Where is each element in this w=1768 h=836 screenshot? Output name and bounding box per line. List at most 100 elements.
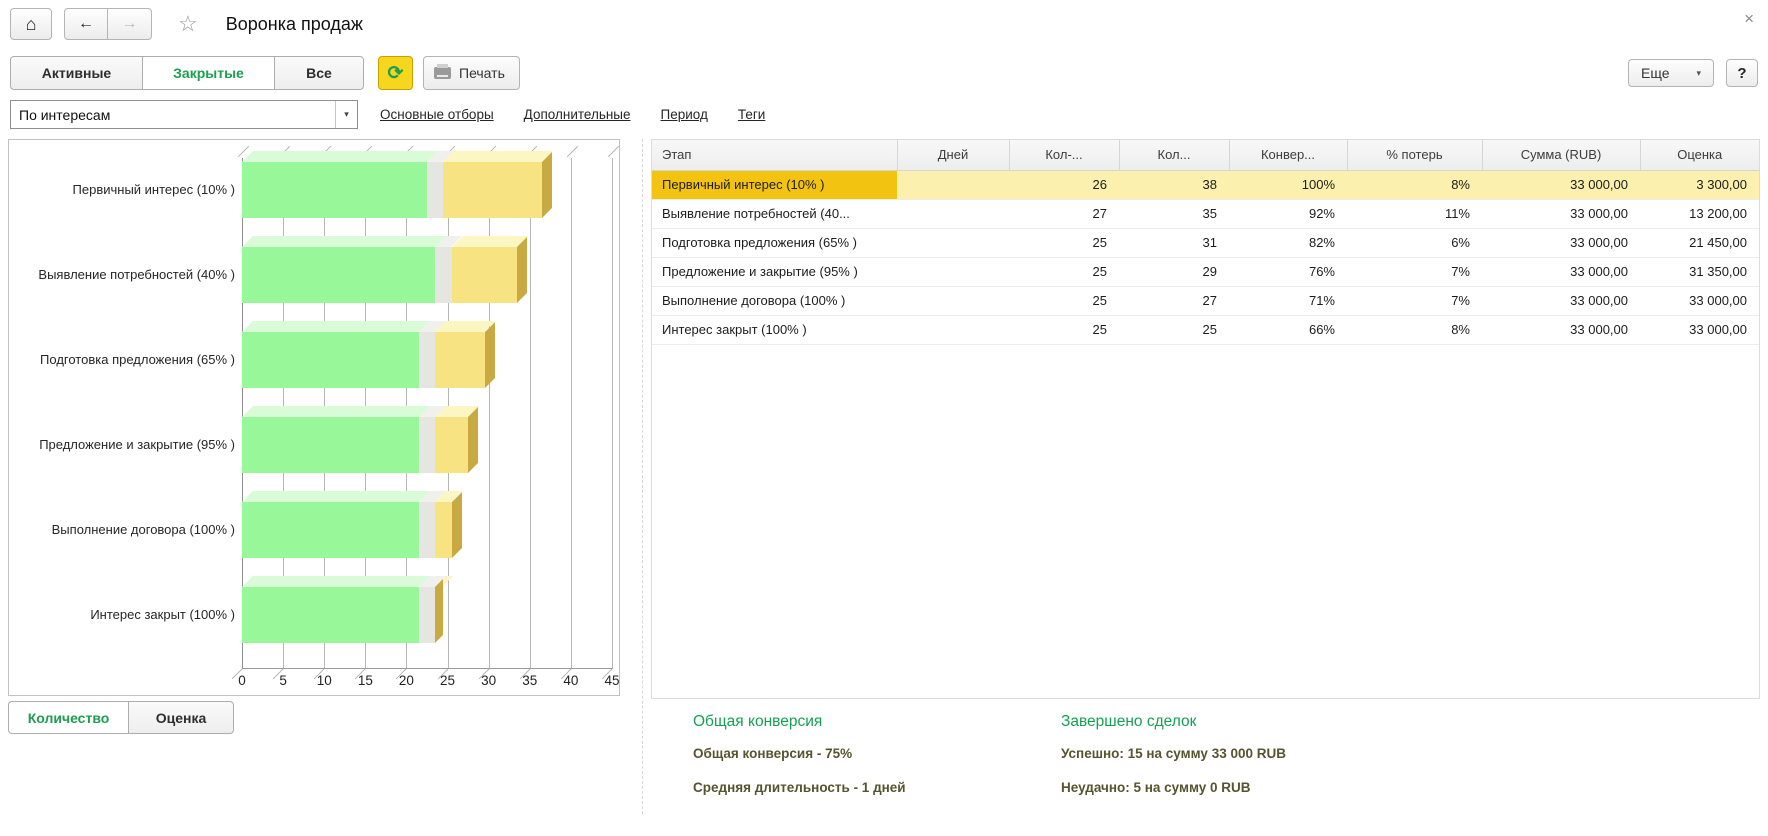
status-tabs: АктивныеЗакрытыеВсе: [10, 56, 364, 90]
column-header-3[interactable]: Кол...: [1119, 140, 1229, 170]
value-cell: 25: [1009, 286, 1119, 315]
chart-category-label: Предложение и закрытие (95% ): [39, 437, 235, 452]
chart-category-label: Выполнение договора (100% ): [52, 522, 235, 537]
summary-line: Средняя длительность - 1 дней: [693, 780, 1061, 795]
value-cell: 33 000,00: [1482, 199, 1640, 228]
bar-segment-grey: [435, 247, 451, 303]
grid-diag-top: [567, 146, 578, 157]
value-cell: [897, 170, 1009, 199]
bar-segment-grey: [419, 502, 435, 558]
bar-side-face-yellow: [435, 579, 443, 643]
filter-bar: По интересам ▾ Основные отборы Дополнител…: [0, 98, 1768, 139]
value-cell: [897, 228, 1009, 257]
bar-segment-green: [242, 587, 419, 643]
column-header-1[interactable]: Дней: [897, 140, 1009, 170]
table-row[interactable]: Выявление потребностей (40...273592%11%3…: [652, 199, 1759, 228]
chart-mode-toggle: КоличествоОценка: [8, 701, 632, 734]
tab-0[interactable]: Активные: [10, 56, 142, 90]
favorite-star-icon[interactable]: ☆: [178, 13, 198, 35]
bar-segment-yellow: [443, 162, 542, 218]
bar-segment-green: [242, 502, 419, 558]
main-content: Первичный интерес (10% )Выявление потреб…: [0, 139, 1768, 814]
column-header-4[interactable]: Конвер...: [1229, 140, 1347, 170]
x-tick-label: 15: [358, 673, 373, 688]
bar-side-face-yellow: [542, 152, 552, 218]
table-row[interactable]: Выполнение договора (100% )252771%7%33 0…: [652, 286, 1759, 315]
x-tick-label: 35: [522, 673, 537, 688]
value-cell: 11%: [1347, 199, 1482, 228]
help-button[interactable]: ?: [1726, 59, 1758, 87]
more-button-label: Еще: [1641, 65, 1670, 81]
value-cell: 25: [1009, 257, 1119, 286]
tab-2[interactable]: Все: [274, 56, 364, 90]
value-cell: 33 000,00: [1482, 170, 1640, 199]
table-row[interactable]: Подготовка предложения (65% )253182%6%33…: [652, 228, 1759, 257]
value-cell: 21 450,00: [1640, 228, 1759, 257]
value-cell: 38: [1119, 170, 1229, 199]
tab-1[interactable]: Закрытые: [142, 56, 274, 90]
summary-line: Успешно: 15 на сумму 33 000 RUB: [1061, 746, 1429, 761]
chart-category-labels: Первичный интерес (10% )Выявление потреб…: [13, 146, 238, 669]
value-cell: 31: [1119, 228, 1229, 257]
filter-link-2[interactable]: Период: [661, 107, 708, 122]
back-icon: ←: [78, 15, 94, 33]
value-cell: 6%: [1347, 228, 1482, 257]
home-icon: ⌂: [26, 14, 37, 35]
stage-cell: Первичный интерес (10% ): [652, 170, 897, 199]
chart-bar[interactable]: [242, 417, 612, 473]
filter-link-0[interactable]: Основные отборы: [380, 107, 494, 122]
chart-bar[interactable]: [242, 162, 612, 218]
print-button[interactable]: Печать: [423, 56, 520, 90]
funnel-chart: Первичный интерес (10% )Выявление потреб…: [8, 139, 620, 696]
x-tick-label: 0: [238, 673, 246, 688]
value-cell: 71%: [1229, 286, 1347, 315]
value-cell: 92%: [1229, 199, 1347, 228]
bar-segment-green: [242, 247, 435, 303]
bar-side-face-yellow: [517, 237, 527, 303]
table-row[interactable]: Предложение и закрытие (95% )252976%7%33…: [652, 257, 1759, 286]
table-row[interactable]: Первичный интерес (10% )2638100%8%33 000…: [652, 170, 1759, 199]
x-tick-label: 20: [399, 673, 414, 688]
group-by-value: По интересам: [11, 101, 335, 128]
x-axis-line: [242, 668, 612, 669]
column-header-2[interactable]: Кол-...: [1009, 140, 1119, 170]
summary-line: Общая конверсия - 75%: [693, 746, 1061, 761]
summary-section: Общая конверсияОбщая конверсия - 75%Сред…: [693, 713, 1768, 814]
value-cell: 31 350,00: [1640, 257, 1759, 286]
refresh-button[interactable]: ⟳: [378, 56, 413, 90]
forward-button[interactable]: →: [108, 8, 152, 40]
column-header-6[interactable]: Сумма (RUB): [1482, 140, 1640, 170]
chart-bar[interactable]: [242, 502, 612, 558]
chart-bar[interactable]: [242, 332, 612, 388]
bar-segment-yellow: [435, 502, 451, 558]
value-cell: 76%: [1229, 257, 1347, 286]
combo-chevron-down-icon[interactable]: ▾: [335, 101, 357, 128]
value-cell: 33 000,00: [1640, 286, 1759, 315]
chart-toggle-1[interactable]: Оценка: [128, 701, 234, 734]
column-header-7[interactable]: Оценка: [1640, 140, 1759, 170]
column-header-0[interactable]: Этап: [652, 140, 897, 170]
filter-link-3[interactable]: Теги: [738, 107, 765, 122]
column-header-5[interactable]: % потерь: [1347, 140, 1482, 170]
value-cell: 25: [1009, 315, 1119, 344]
value-cell: 82%: [1229, 228, 1347, 257]
summary-line: Неудачно: 5 на сумму 0 RUB: [1061, 780, 1429, 795]
bar-segment-grey: [427, 162, 443, 218]
chart-category-label: Интерес закрыт (100% ): [90, 607, 235, 622]
more-button[interactable]: Еще ▾: [1628, 59, 1714, 87]
bar-segment-green: [242, 417, 419, 473]
filter-link-1[interactable]: Дополнительные: [524, 107, 631, 122]
chart-bar[interactable]: [242, 247, 612, 303]
home-button[interactable]: ⌂: [10, 8, 52, 40]
chart-toggle-0[interactable]: Количество: [8, 701, 128, 734]
back-button[interactable]: ←: [64, 8, 108, 40]
table-row[interactable]: Интерес закрыт (100% )252566%8%33 000,00…: [652, 315, 1759, 344]
title-bar: ⌂ ← → ☆ Воронка продаж ×: [0, 0, 1768, 48]
close-icon[interactable]: ×: [1744, 10, 1754, 27]
table-header-row: ЭтапДнейКол-...Кол...Конвер...% потерьСу…: [652, 140, 1759, 170]
chart-bar[interactable]: [242, 587, 612, 643]
sales-funnel-window: ⌂ ← → ☆ Воронка продаж × АктивныеЗакрыты…: [0, 0, 1768, 814]
group-by-select[interactable]: По интересам ▾: [10, 100, 358, 129]
stage-cell: Интерес закрыт (100% ): [652, 315, 897, 344]
printer-icon: [434, 67, 451, 79]
